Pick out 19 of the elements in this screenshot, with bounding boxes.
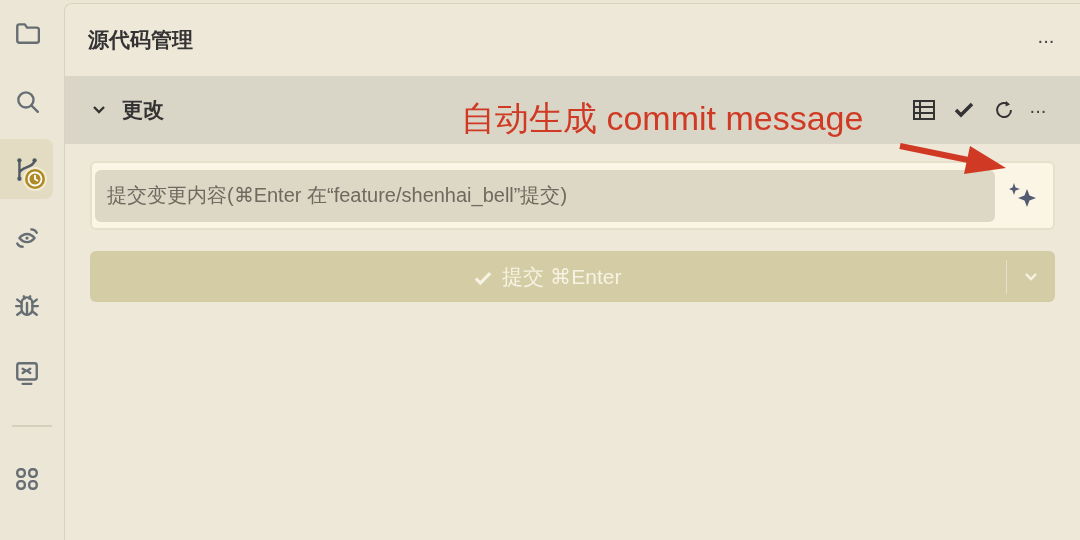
list-view-icon[interactable] <box>913 100 935 120</box>
folder-icon <box>13 20 40 46</box>
bug-icon <box>13 292 40 318</box>
section-title: 更改 <box>122 97 164 124</box>
check-icon <box>474 270 493 286</box>
grid-icon <box>13 466 40 492</box>
refresh-icon[interactable] <box>993 99 1015 121</box>
sparkle-icon[interactable] <box>1009 182 1037 209</box>
commit-label: 提交 ⌘Enter <box>474 260 622 293</box>
more-button[interactable]: ··· <box>1037 25 1054 55</box>
panel-title: 源代码管理 <box>88 27 193 54</box>
more-button[interactable]: ··· <box>1029 95 1046 125</box>
check-icon[interactable] <box>954 102 974 118</box>
remote-monitor-icon <box>13 360 40 386</box>
section-header[interactable]: 更改 ··· 自动生成 commit message <box>65 76 1080 144</box>
annotation-text: 自动生成 commit message <box>461 98 864 138</box>
message-field[interactable]: 提交变更内容(⌘Enter 在“feature/shenhai_bell”提交) <box>90 161 1055 230</box>
clock-badge-icon <box>22 166 48 192</box>
activity-bar-item[interactable] <box>0 139 53 199</box>
